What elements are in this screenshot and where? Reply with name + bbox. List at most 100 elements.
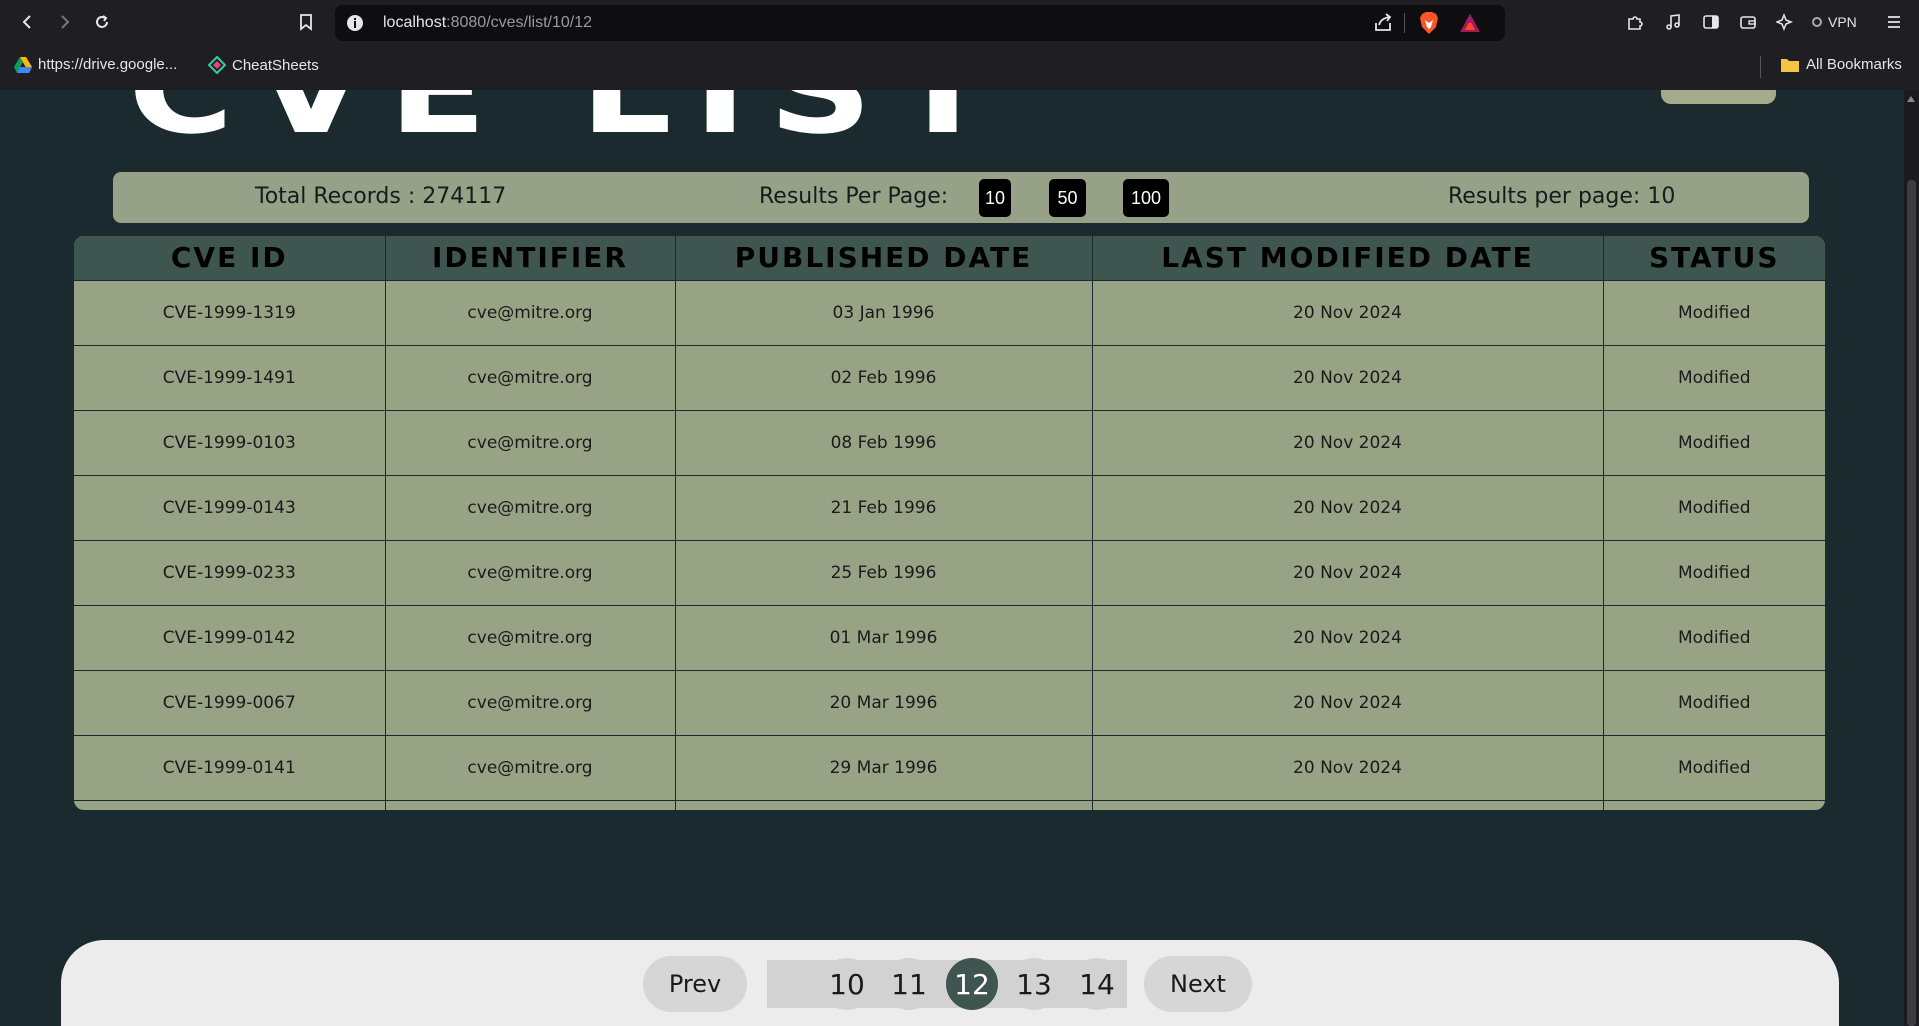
cve-id-cell: CVE-1999-0142 — [74, 605, 386, 671]
table-row: CVE-1999-0067 cve@mitre.org 20 Mar 1996 20 … — [74, 670, 1825, 736]
cve-id-cell: CVE-1999-0233 — [74, 540, 386, 606]
url-text: localhost:8080/cves/list/10/12 — [383, 14, 592, 32]
published-date-cell: 01 Apr 1996 — [675, 800, 1093, 810]
next-button[interactable]: Next — [1144, 956, 1252, 1012]
page-title: CVE LIST — [128, 90, 1014, 161]
status-cell: Modified — [1603, 540, 1825, 606]
status-cell: Modified — [1603, 345, 1825, 411]
url-host: localhost — [383, 14, 447, 31]
table-row: CVE-1999-0141 cve@mitre.org 29 Mar 1996 20 … — [74, 735, 1825, 801]
last-modified-date-cell: 20 Nov 2024 — [1092, 540, 1604, 606]
rewards-icon[interactable] — [1459, 13, 1481, 33]
last-modified-date-cell: 20 Nov 2024 — [1092, 345, 1604, 411]
page-12-button[interactable]: 12 — [946, 958, 998, 1010]
leo-ai-icon[interactable] — [1771, 8, 1799, 36]
reload-icon[interactable] — [88, 8, 116, 36]
cve-id-cell: CVE-1999-0067 — [74, 670, 386, 736]
status-cell: Modified — [1603, 800, 1825, 810]
cve-id-cell: CVE-1999-0103 — [74, 410, 386, 476]
wallet-icon[interactable] — [1734, 8, 1762, 36]
last-modified-date-cell: 20 Nov 2024 — [1092, 280, 1604, 346]
site-info-icon[interactable] — [345, 13, 365, 33]
cve-id-cell: CVE-1999-0143 — [74, 475, 386, 541]
identifier-cell: cve@mitre.org — [385, 475, 676, 541]
table-row: CVE-1999-0142 cve@mitre.org 01 Mar 1996 20 … — [74, 605, 1825, 671]
last-modified-date-cell: 20 Nov 2024 — [1092, 475, 1604, 541]
extensions-icon[interactable] — [1621, 8, 1649, 36]
published-date-cell: 21 Feb 1996 — [675, 475, 1093, 541]
published-date-cell: 03 Jan 1996 — [675, 280, 1093, 346]
page-14-button[interactable]: 14 — [1071, 958, 1123, 1010]
all-bookmarks-button[interactable]: All Bookmarks — [1780, 56, 1902, 73]
published-date-cell: 25 Feb 1996 — [675, 540, 1093, 606]
sidebar-icon[interactable] — [1697, 8, 1725, 36]
last-modified-date-cell: 20 Nov 2024 — [1092, 735, 1604, 801]
current-per-page: Results per page: 10 — [1448, 184, 1676, 209]
header-button[interactable] — [1661, 90, 1776, 104]
page-13-button[interactable]: 13 — [1008, 958, 1060, 1010]
published-date-cell: 20 Mar 1996 — [675, 670, 1093, 736]
cve-table: CVE ID IDENTIFIER PUBLISHED DATE LAST MO… — [72, 234, 1827, 812]
share-icon[interactable] — [1373, 13, 1395, 33]
last-modified-date-cell: 20 Nov 2024 — [1092, 670, 1604, 736]
back-icon[interactable] — [14, 8, 42, 36]
bookmark-icon[interactable] — [292, 8, 320, 36]
last-modified-date-cell: 20 Nov 2024 — [1092, 410, 1604, 476]
published-date-cell: 29 Mar 1996 — [675, 735, 1093, 801]
status-cell: Modified — [1603, 670, 1825, 736]
cve-id-cell: CVE-1999-0070 — [74, 800, 386, 810]
page-content: CVE LIST Total Records : 274117 Results … — [0, 90, 1904, 1026]
identifier-cell: cve@mitre.org — [385, 280, 676, 346]
bookmark-drive-label: https://drive.google... — [38, 56, 178, 73]
bookmarks-bar: https://drive.google... CheatSheets All … — [0, 44, 1919, 90]
bookmark-cheatsheets-label: CheatSheets — [232, 56, 319, 74]
published-date-cell: 01 Mar 1996 — [675, 605, 1093, 671]
urlbar-divider — [1404, 13, 1405, 33]
last-modified-date-cell: 20 Nov 2024 — [1092, 605, 1604, 671]
published-date-cell: 02 Feb 1996 — [675, 345, 1093, 411]
identifier-cell: cve@mitre.org — [385, 540, 676, 606]
prev-button[interactable]: Prev — [643, 956, 747, 1012]
last-modified-date-cell: 20 Nov 2024 — [1092, 800, 1604, 810]
all-bookmarks-label: All Bookmarks — [1806, 56, 1902, 73]
page-11-button[interactable]: 11 — [883, 958, 935, 1010]
bookmark-drive[interactable]: https://drive.google... — [14, 56, 177, 73]
per-page-50-button[interactable]: 50 — [1049, 179, 1086, 217]
per-page-10-button[interactable]: 10 — [979, 179, 1011, 217]
address-bar[interactable]: localhost:8080/cves/list/10/12 — [335, 5, 1505, 41]
total-records: Total Records : 274117 — [255, 184, 507, 209]
records-info-bar: Total Records : 274117 Results Per Page:… — [113, 172, 1809, 223]
identifier-cell: cve@mitre.org — [385, 410, 676, 476]
identifier-cell: cve@mitre.org — [385, 735, 676, 801]
url-path: :8080/cves/list/10/12 — [446, 14, 593, 31]
menu-icon[interactable] — [1880, 8, 1908, 36]
scroll-up-icon[interactable] — [1907, 96, 1915, 102]
col-cve-id: CVE ID — [74, 236, 386, 281]
status-cell: Modified — [1603, 280, 1825, 346]
browser-toolbar: localhost:8080/cves/list/10/12 VPN — [0, 0, 1919, 44]
table-header-row: CVE ID IDENTIFIER PUBLISHED DATE LAST MO… — [74, 236, 1825, 281]
table-row: CVE-1999-0233 cve@mitre.org 25 Feb 1996 20 … — [74, 540, 1825, 606]
scrollbar-thumb[interactable] — [1907, 180, 1916, 1026]
page-scrollbar[interactable] — [1904, 90, 1919, 1026]
forward-icon[interactable] — [50, 8, 78, 36]
cve-id-cell: CVE-1999-1319 — [74, 280, 386, 346]
media-icon[interactable] — [1659, 8, 1687, 36]
col-last-modified-date: LAST MODIFIED DATE — [1092, 236, 1604, 281]
table-row: CVE-1999-0103 cve@mitre.org 08 Feb 1996 20 … — [74, 410, 1825, 476]
status-cell: Modified — [1603, 605, 1825, 671]
col-published-date: PUBLISHED DATE — [675, 236, 1093, 281]
page-10-button[interactable]: 10 — [821, 958, 873, 1010]
status-cell: Modified — [1603, 735, 1825, 801]
table-row: CVE-1999-1491 cve@mitre.org 02 Feb 1996 20 … — [74, 345, 1825, 411]
brave-shields-icon[interactable] — [1418, 11, 1440, 35]
identifier-cell: cve@mitre.org — [385, 605, 676, 671]
table-row: CVE-1999-0070cve@mitre.org01 Apr 199620 … — [74, 800, 1825, 810]
status-cell: Modified — [1603, 410, 1825, 476]
col-status: STATUS — [1603, 236, 1825, 281]
identifier-cell: cve@mitre.org — [385, 800, 676, 810]
vpn-button[interactable]: VPN — [1806, 10, 1863, 34]
identifier-cell: cve@mitre.org — [385, 345, 676, 411]
bookmark-cheatsheets[interactable]: CheatSheets — [208, 56, 319, 74]
per-page-100-button[interactable]: 100 — [1123, 179, 1169, 217]
